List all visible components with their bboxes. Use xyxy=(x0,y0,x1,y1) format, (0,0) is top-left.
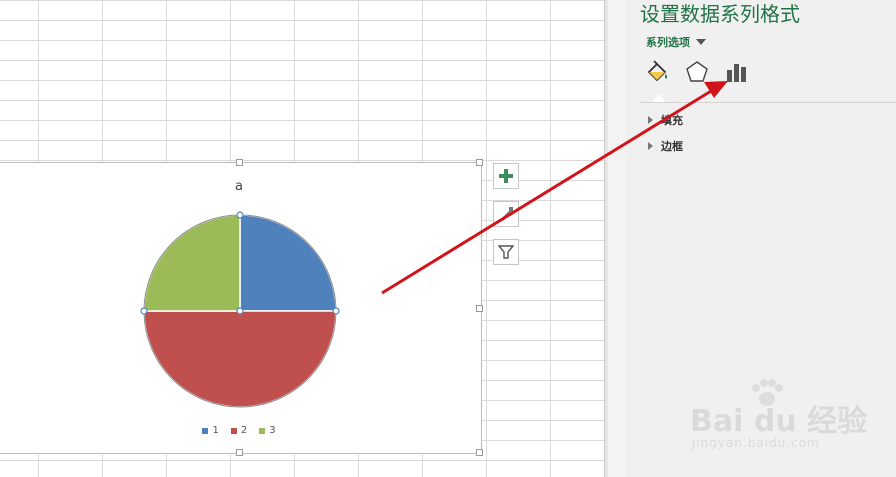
fill-section-label: 填充 xyxy=(661,114,683,127)
legend-label: 2 xyxy=(240,425,248,436)
watermark-brand: Bai du 经验 xyxy=(690,404,868,439)
chart-filter-button[interactable] xyxy=(493,239,519,265)
series-selection-handle[interactable] xyxy=(236,307,244,315)
active-tab-marker xyxy=(652,94,666,102)
fill-section[interactable]: 填充 xyxy=(648,112,683,128)
series-options-dropdown[interactable]: 系列选项 xyxy=(646,34,706,50)
chart-elements-button[interactable] xyxy=(493,163,519,189)
series-selection-handle[interactable] xyxy=(332,307,340,315)
legend-item-2[interactable]: 2 xyxy=(230,425,248,436)
legend-swatch xyxy=(230,427,237,434)
plus-icon xyxy=(499,169,513,183)
legend-swatch xyxy=(202,427,209,434)
filter-icon xyxy=(498,245,514,259)
tab-divider xyxy=(640,102,896,103)
resize-handle[interactable] xyxy=(236,449,243,456)
pane-splitter xyxy=(608,0,627,477)
legend-item-1[interactable]: 1 xyxy=(202,425,219,436)
effects-tab[interactable] xyxy=(682,58,712,92)
resize-handle[interactable] xyxy=(476,449,483,456)
border-section-label: 边框 xyxy=(661,140,683,153)
chart-area[interactable]: a 123 xyxy=(0,159,483,456)
pie-slice-3[interactable] xyxy=(143,214,241,312)
caret-down-icon xyxy=(696,39,706,45)
fill-line-tab[interactable] xyxy=(642,58,672,92)
expand-triangle-icon xyxy=(648,142,653,150)
expand-triangle-icon xyxy=(648,116,653,124)
legend-swatch xyxy=(259,427,266,434)
pentagon-icon xyxy=(686,61,708,82)
brush-icon xyxy=(501,207,513,221)
paint-bucket-icon xyxy=(647,60,667,82)
pie-slice-1[interactable] xyxy=(239,214,337,312)
pane-title: 设置数据系列格式 xyxy=(640,2,800,26)
series-selection-handle[interactable] xyxy=(140,307,148,315)
pie-slice-2[interactable] xyxy=(143,310,337,408)
border-section[interactable]: 边框 xyxy=(648,138,683,154)
bar-chart-icon xyxy=(727,64,746,82)
series-options-tab[interactable] xyxy=(722,58,752,92)
chart-styles-button[interactable] xyxy=(493,201,519,227)
series-options-label: 系列选项 xyxy=(646,36,690,49)
baidu-watermark: Bai du 经验 jingyan.baidu.com xyxy=(690,378,890,458)
chart-legend[interactable]: 1 2 3 xyxy=(0,425,481,436)
watermark-url: jingyan.baidu.com xyxy=(692,436,820,450)
legend-label: 3 xyxy=(269,425,276,436)
legend-label: 1 xyxy=(212,425,219,436)
pie-chart[interactable] xyxy=(0,163,483,423)
series-selection-handle[interactable] xyxy=(236,211,244,219)
legend-item-3[interactable]: 3 xyxy=(259,425,276,436)
